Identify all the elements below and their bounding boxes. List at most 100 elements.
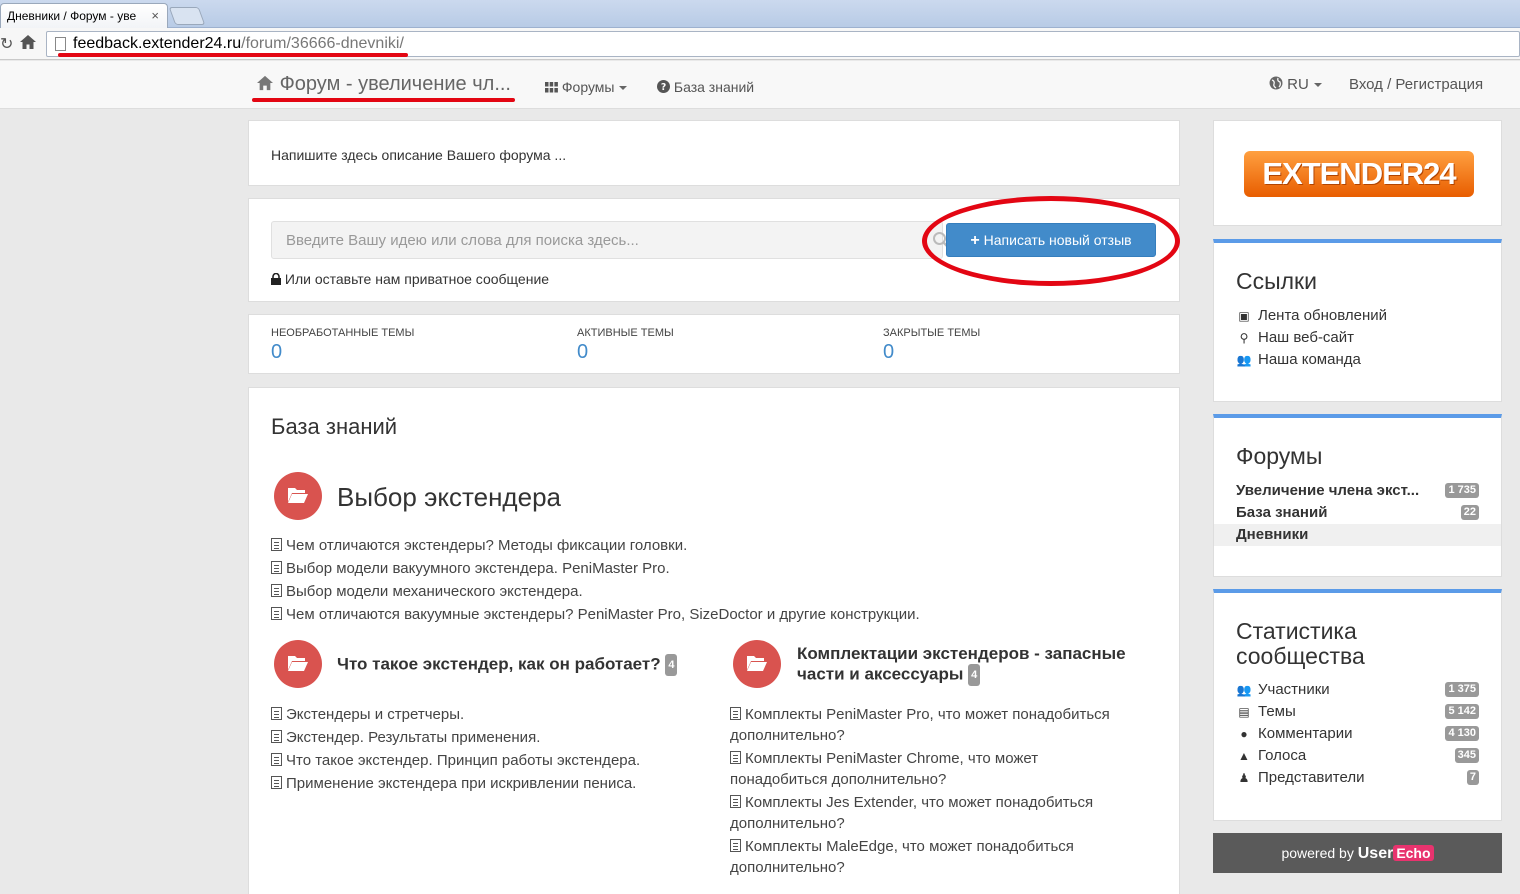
- article-link[interactable]: Экстендеры и стретчеры.: [271, 703, 640, 726]
- stat-label: Активные темы: [577, 327, 674, 339]
- count-badge: 4 130: [1445, 726, 1479, 741]
- stat-unprocessed[interactable]: Необработанные темы 0: [271, 327, 414, 364]
- article-title: Чем отличаются экстендеры? Методы фиксац…: [286, 537, 688, 554]
- url-path: /forum/36666-dnevniki/: [241, 35, 404, 52]
- annotation-underline-brand: [252, 98, 515, 102]
- article-link[interactable]: Применение экстендера при искривлении пе…: [271, 772, 640, 795]
- forum-description-card: Напишите здесь описание Вашего форума ..…: [248, 120, 1180, 186]
- link-team[interactable]: 👥 Наша команда: [1236, 349, 1479, 371]
- powered-prefix: powered by: [1281, 845, 1354, 861]
- link-label: Наш веб-сайт: [1258, 329, 1355, 346]
- brand-link[interactable]: Форум - увеличение чл...: [256, 73, 511, 96]
- stat-label: Голоса: [1258, 747, 1307, 764]
- file-icon: ▤: [1238, 705, 1250, 719]
- forum-item[interactable]: База знаний 22: [1236, 502, 1479, 524]
- links-title: Ссылки: [1236, 268, 1317, 294]
- article-list: Чем отличаются экстендеры? Методы фиксац…: [271, 534, 920, 626]
- stat-active[interactable]: Активные темы 0: [577, 327, 674, 364]
- article-link[interactable]: Выбор модели механического экстендера.: [271, 580, 920, 603]
- tab-close-icon[interactable]: ×: [151, 8, 159, 23]
- category-title[interactable]: Что такое экстендер, как он работает? 4: [337, 654, 678, 676]
- article-link[interactable]: Комплекты MaleEdge, что может понадобить…: [730, 836, 1110, 878]
- article-link[interactable]: Комплекты Jes Extender, что может понадо…: [730, 792, 1110, 834]
- login-register-link[interactable]: Вход / Регистрация: [1349, 76, 1483, 93]
- reload-icon[interactable]: ↻: [0, 34, 13, 54]
- forums-card: Форумы Увеличение члена экст... 1 735 Баз…: [1213, 414, 1502, 577]
- article-link[interactable]: Что такое экстендер. Принцип работы экст…: [271, 749, 640, 772]
- article-list: Экстендеры и стретчеры. Экстендер. Резул…: [271, 703, 640, 795]
- link-updates-feed[interactable]: ▣ Лента обновлений: [1236, 305, 1479, 327]
- count-badge: 1 375: [1445, 682, 1479, 697]
- browser-tab[interactable]: Дневники / Форум - уве ×: [0, 3, 168, 28]
- chevron-down-icon: [1313, 83, 1322, 88]
- file-text-icon: [271, 607, 282, 620]
- private-message-link[interactable]: Или оставьте нам приватное сообщение: [271, 271, 549, 287]
- article-title: Чем отличаются вакуумные экстендеры? Pen…: [286, 606, 920, 623]
- stat-label: Закрытые темы: [883, 327, 981, 339]
- link-website[interactable]: ⚲ Наш веб-сайт: [1236, 327, 1479, 349]
- stat-votes[interactable]: ▲ Голоса 345: [1236, 745, 1479, 767]
- article-link[interactable]: Комплекты PeniMaster Chrome, что может по…: [730, 748, 1110, 790]
- article-title: Экстендер. Результаты применения.: [286, 729, 541, 746]
- home-icon: [257, 75, 273, 91]
- stat-representatives[interactable]: ♟ Представители 7: [1236, 767, 1479, 789]
- category-title-line: Комплектации экстендеров - запасные: [797, 644, 1126, 663]
- article-count-badge: 4: [968, 664, 981, 686]
- file-text-icon: [730, 751, 741, 764]
- site-navbar: Форум - увеличение чл... Форумы ? База з…: [0, 61, 1520, 109]
- nav-knowledge-base[interactable]: ? База знаний: [657, 79, 754, 95]
- nav-kb-label: База знаний: [673, 79, 755, 95]
- powered-by-userecho[interactable]: powered by User Echo: [1213, 833, 1502, 873]
- file-text-icon: [271, 730, 282, 743]
- stat-comments[interactable]: ● Комментарии 4 130: [1236, 723, 1479, 745]
- forum-label: База знаний: [1236, 504, 1328, 521]
- stat-label: Комментарии: [1258, 725, 1353, 742]
- article-link[interactable]: Выбор модели вакуумного экстендера. Peni…: [271, 557, 920, 580]
- chevron-down-icon: [619, 86, 628, 91]
- file-text-icon: [271, 561, 282, 574]
- link-icon: ⚲: [1239, 331, 1249, 345]
- logo-card: EXTENDER24: [1213, 120, 1502, 226]
- stat-value: 0: [577, 341, 589, 363]
- article-link[interactable]: Комплекты PeniMaster Pro, что может пона…: [730, 704, 1110, 746]
- knowledge-base-card: База знаний Выбор экстендера Чем отличаю…: [248, 387, 1180, 894]
- article-title: дополнительно?: [730, 727, 845, 744]
- category-title[interactable]: Выбор экстендера: [337, 482, 561, 513]
- article-link[interactable]: Чем отличаются вакуумные экстендеры? Pen…: [271, 603, 920, 626]
- stat-members[interactable]: 👥 Участники 1 375: [1236, 679, 1479, 701]
- annotation-underline-url: [58, 53, 408, 57]
- forum-label: Дневники: [1236, 526, 1309, 543]
- community-stats-card: Статистика сообщества 👥 Участники 1 375 ▤ Те…: [1213, 589, 1502, 821]
- forum-item[interactable]: Увеличение члена экст... 1 735: [1236, 480, 1479, 502]
- question-circle-icon: ?: [657, 80, 670, 93]
- brand-title: Форум - увеличение чл...: [279, 73, 511, 95]
- extender24-logo[interactable]: EXTENDER24: [1244, 151, 1474, 197]
- language-dropdown[interactable]: RU: [1269, 76, 1322, 93]
- article-link[interactable]: Чем отличаются экстендеры? Методы фиксац…: [271, 534, 920, 557]
- stat-closed[interactable]: Закрытые темы 0: [883, 327, 980, 364]
- thumbs-up-icon: ▲: [1238, 749, 1250, 763]
- forums-list: Увеличение члена экст... 1 735 База знани…: [1214, 480, 1501, 546]
- new-tab-button[interactable]: [168, 7, 206, 25]
- search-placeholder: Введите Вашу идею или слова для поиска з…: [286, 232, 639, 249]
- category-title[interactable]: Комплектации экстендеров - запасные част…: [797, 644, 1126, 686]
- nav-forums-dropdown[interactable]: Форумы: [545, 79, 628, 95]
- article-title: Комплекты MaleEdge, что может понадобить…: [745, 838, 1074, 855]
- globe-icon: [1269, 76, 1283, 90]
- stat-label: Представители: [1258, 769, 1365, 786]
- article-title: Комплекты PeniMaster Pro, что может пона…: [745, 706, 1110, 723]
- stat-label: Участники: [1258, 681, 1330, 698]
- article-link[interactable]: Экстендер. Результаты применения.: [271, 726, 640, 749]
- article-title: Комплекты PeniMaster Chrome, что может: [745, 750, 1039, 767]
- stat-value: 0: [883, 341, 895, 363]
- rss-icon: ▣: [1238, 309, 1250, 323]
- stat-label: Необработанные темы: [271, 327, 415, 339]
- forum-item-active[interactable]: Дневники: [1214, 524, 1501, 546]
- article-title: Выбор модели вакуумного экстендера. Peni…: [286, 560, 670, 577]
- links-list: ▣ Лента обновлений ⚲ Наш веб-сайт 👥 Наша ко…: [1236, 305, 1479, 371]
- search-input[interactable]: Введите Вашу идею или слова для поиска з…: [271, 221, 949, 259]
- user-tie-icon: ♟: [1238, 771, 1250, 785]
- home-icon[interactable]: [18, 32, 38, 52]
- links-card: Ссылки ▣ Лента обновлений ⚲ Наш веб-сайт 👥…: [1213, 239, 1502, 402]
- stat-topics[interactable]: ▤ Темы 5 142: [1236, 701, 1479, 723]
